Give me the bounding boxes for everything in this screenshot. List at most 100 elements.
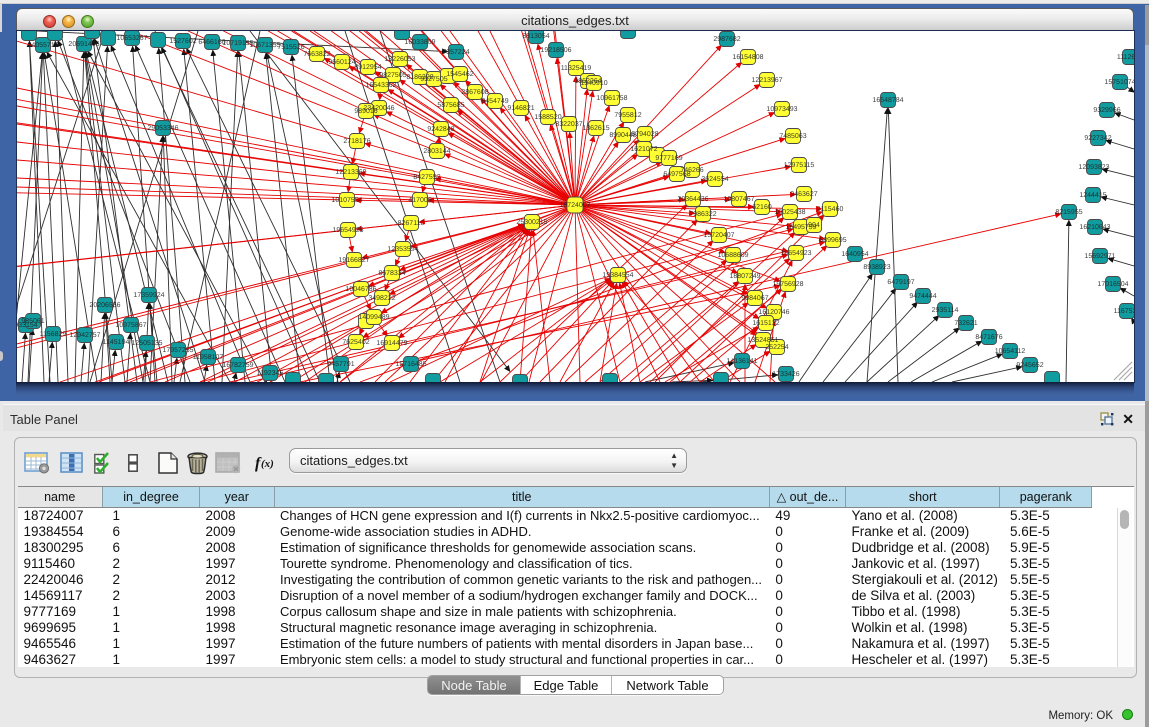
svg-text:12213369: 12213369: [335, 169, 366, 176]
svg-text:62160: 62160: [752, 204, 772, 211]
svg-text:12942757: 12942757: [69, 332, 100, 339]
svg-text:6479197: 6479197: [887, 279, 914, 286]
svg-text:1167533: 1167533: [1114, 308, 1134, 315]
svg-text:746266: 746266: [680, 167, 703, 174]
svg-text:11325419: 11325419: [561, 65, 592, 72]
svg-text:1112639: 1112639: [1117, 54, 1134, 61]
svg-text:9327505: 9327505: [420, 76, 447, 83]
svg-text:9660124: 9660124: [328, 59, 355, 66]
svg-text:6899695: 6899695: [819, 237, 846, 244]
svg-text:15720407: 15720407: [703, 232, 734, 239]
svg-text:9227342: 9227342: [1084, 135, 1111, 142]
svg-text:14099489: 14099489: [358, 314, 389, 321]
svg-text:15751074: 15751074: [1104, 79, 1134, 86]
svg-text:9777169: 9777169: [655, 155, 682, 162]
svg-text:10671355: 10671355: [249, 42, 280, 49]
svg-text:19384554: 19384554: [602, 272, 633, 279]
svg-text:5875685: 5875685: [437, 102, 464, 109]
svg-text:17359924: 17359924: [133, 292, 164, 299]
svg-text:1192346: 1192346: [257, 370, 284, 377]
svg-text:12093823: 12093823: [1078, 164, 1109, 171]
svg-text:985061: 985061: [21, 318, 44, 325]
svg-text:8215955: 8215955: [1055, 209, 1082, 216]
svg-text:8678334: 8678334: [378, 270, 405, 277]
svg-text:9242848: 9242848: [427, 126, 454, 133]
svg-text:7986322: 7986322: [689, 211, 716, 218]
svg-text:16033809: 16033809: [404, 39, 435, 46]
svg-text:10653267: 10653267: [116, 35, 147, 42]
svg-text:2718176: 2718176: [343, 138, 370, 145]
svg-text:9457791: 9457791: [327, 361, 354, 368]
svg-text:8267110: 8267110: [398, 220, 425, 227]
svg-text:732621: 732621: [954, 320, 977, 327]
svg-text:3498222: 3498222: [368, 295, 395, 302]
svg-text:19654923: 19654923: [780, 250, 811, 257]
svg-text:16120746: 16120746: [758, 309, 789, 316]
svg-text:10025438: 10025438: [774, 209, 805, 216]
svg-text:9115460: 9115460: [817, 206, 844, 213]
svg-text:16543362: 16543362: [365, 82, 396, 89]
svg-text:2803144: 2803144: [423, 148, 450, 155]
svg-text:8938923: 8938923: [863, 264, 890, 271]
svg-text:9474444: 9474444: [909, 293, 936, 300]
svg-text:14136141: 14136141: [726, 358, 757, 365]
svg-text:8454749: 8454749: [481, 98, 508, 105]
svg-text:8427552: 8427552: [413, 174, 440, 181]
svg-text:10975867: 10975867: [115, 322, 146, 329]
svg-text:252254: 252254: [765, 344, 788, 351]
svg-text:13524851: 13524851: [747, 337, 778, 344]
svg-text:1145194: 1145194: [103, 339, 130, 346]
svg-text:13226053: 13226053: [384, 56, 415, 63]
svg-text:10688609: 10688609: [717, 252, 748, 259]
svg-text:9146821: 9146821: [507, 105, 534, 112]
svg-text:2935114: 2935114: [932, 307, 959, 314]
svg-text:7955812: 7955812: [614, 112, 641, 119]
svg-text:2987682: 2987682: [713, 36, 740, 43]
svg-text:1362615: 1362615: [582, 125, 609, 132]
svg-text:1588520: 1588520: [534, 114, 561, 121]
svg-text:18807249: 18807249: [729, 273, 760, 280]
svg-text:10046786: 10046786: [345, 286, 376, 293]
svg-text:8322037: 8322037: [555, 121, 582, 128]
svg-text:7485063: 7485063: [779, 133, 806, 140]
svg-text:20206556: 20206556: [89, 302, 120, 309]
svg-text:989016: 989016: [354, 108, 377, 115]
svg-text:29053346: 29053346: [147, 125, 178, 132]
svg-text:9084067: 9084067: [741, 295, 768, 302]
svg-text:19166827: 19166827: [338, 257, 369, 264]
svg-text:(x): (x): [261, 458, 274, 470]
svg-text:9827505: 9827505: [379, 72, 406, 79]
svg-text:1540910: 1540910: [580, 80, 607, 87]
svg-text:6794028: 6794028: [631, 131, 658, 138]
svg-text:10961758: 10961758: [596, 95, 627, 102]
svg-text:9329966: 9329966: [1093, 107, 1120, 114]
svg-text:7663822: 7663822: [303, 51, 330, 58]
svg-text:1640954: 1640954: [841, 251, 868, 258]
svg-text:3624554: 3624554: [701, 176, 728, 183]
svg-text:9245652: 9245652: [1016, 362, 1043, 369]
svg-text:16210643: 16210643: [1079, 224, 1110, 231]
svg-text:20364436: 20364436: [677, 196, 708, 203]
svg-text:11958107: 11958107: [193, 354, 224, 361]
svg-text:1527602: 1527602: [169, 38, 196, 45]
svg-text:25300215: 25300215: [516, 219, 547, 226]
svg-text:904: 904: [808, 222, 820, 229]
svg-text:17957255: 17957255: [162, 347, 193, 354]
svg-text:20691406: 20691406: [68, 41, 99, 48]
svg-text:16154808: 16154808: [732, 54, 763, 61]
svg-text:12213967: 12213967: [751, 77, 782, 84]
svg-text:417006: 417006: [408, 197, 431, 204]
svg-text:15692971: 15692971: [1084, 253, 1115, 260]
svg-text:12505135: 12505135: [131, 340, 162, 347]
svg-text:1733426: 1733426: [772, 371, 799, 378]
svg-text:19756928: 19756928: [772, 281, 803, 288]
svg-text:1621072: 1621072: [630, 146, 657, 153]
svg-text:1156829: 1156829: [40, 331, 67, 338]
svg-text:7625402: 7625402: [342, 339, 369, 346]
svg-text:7515526: 7515526: [277, 44, 304, 51]
svg-text:8471676: 8471676: [975, 334, 1002, 341]
svg-text:10973493: 10973493: [766, 106, 797, 113]
svg-text:19218506: 19218506: [540, 47, 571, 54]
svg-text:9463627: 9463627: [790, 191, 817, 198]
svg-text:12353594: 12353594: [387, 246, 418, 253]
